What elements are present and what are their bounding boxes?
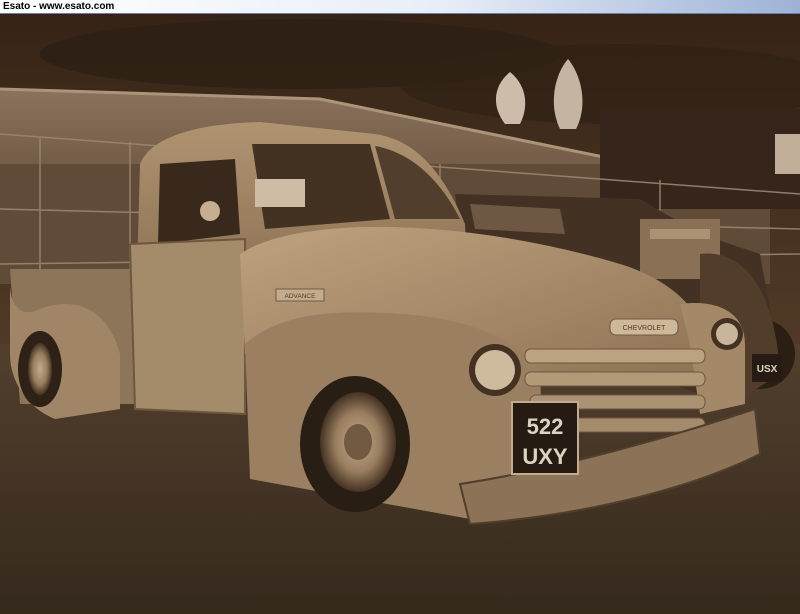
image-viewer-window: Esato - www.esato.com CHEVROLET ADVANCE … <box>0 0 800 614</box>
sepia-truck-photo: CHEVROLET ADVANCE 522 UXY USX <box>0 14 800 614</box>
title-bar[interactable]: Esato - www.esato.com <box>0 0 800 14</box>
window-title: Esato - www.esato.com <box>3 1 115 12</box>
